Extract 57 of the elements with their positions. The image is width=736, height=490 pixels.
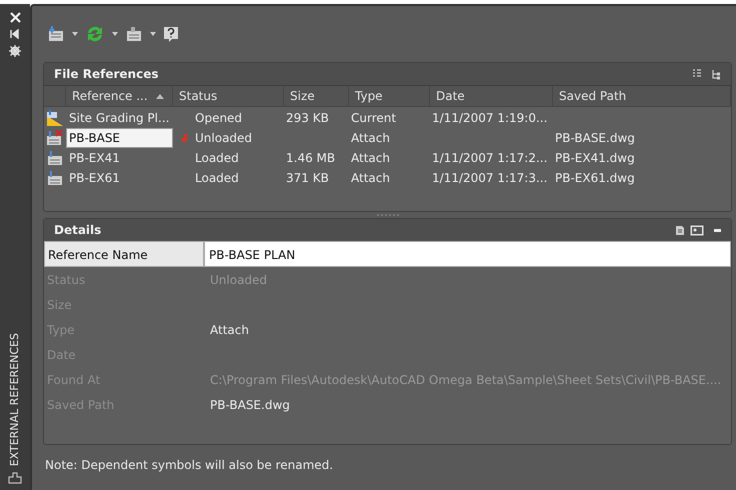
table-cell-text: Loaded: [195, 170, 239, 187]
table-cell: Attach: [351, 171, 390, 185]
property-label: Reference Name: [44, 241, 204, 267]
name-input-field[interactable]: PB-BASE: [66, 128, 173, 148]
dropdown-caret-icon[interactable]: [72, 32, 78, 36]
unloaded-xref-icon: [46, 130, 64, 146]
reference-name[interactable]: Site Grading Pl...: [66, 111, 170, 125]
drawing-icon: [46, 110, 64, 126]
table-cell: PB-BASE.dwg: [555, 131, 635, 145]
property-value: Attach: [209, 322, 250, 338]
settings-icon[interactable]: [9, 45, 21, 57]
table-cell: 1/11/2007 1:17:3...: [432, 171, 548, 185]
dropdown-caret-icon[interactable]: [150, 32, 156, 36]
column-header[interactable]: Status: [173, 86, 284, 106]
table-cell: Attach: [351, 151, 390, 165]
xref-icon[interactable]: [8, 472, 22, 484]
collapse-icon[interactable]: [714, 228, 721, 232]
reference-name[interactable]: PB-EX61: [66, 171, 120, 185]
palette-title: EXTERNAL REFERENCES: [6, 332, 22, 466]
dropdown-caret-icon[interactable]: [112, 32, 118, 36]
change-path-icon[interactable]: [125, 25, 143, 43]
reference-name[interactable]: PB-EX41: [66, 151, 120, 165]
column-header[interactable]: Type: [349, 86, 430, 106]
xref-drawing-icon: [47, 150, 63, 166]
column-header[interactable]: Reference ...: [66, 86, 173, 106]
note-text: Note: Dependent symbols will also be renamed.: [45, 457, 334, 474]
table-cell-text: Unloaded: [195, 130, 252, 147]
xref-drawing-icon: [47, 170, 63, 186]
table-cell: 293 KB: [286, 111, 329, 125]
table-cell: 1/11/2007 1:17:2...: [432, 151, 548, 165]
attach-drawing-icon[interactable]: [47, 25, 65, 43]
refresh-icon[interactable]: [85, 25, 105, 43]
table-cell: Current: [351, 111, 396, 125]
close-icon[interactable]: [10, 12, 20, 23]
property-value: Unloaded: [209, 272, 268, 288]
column-header[interactable]: Size: [284, 86, 349, 106]
help-icon[interactable]: [163, 26, 179, 42]
preview-icon[interactable]: [690, 224, 704, 236]
table-cell: PB-EX41.dwg: [555, 151, 635, 165]
property-value: PB-BASE.dwg: [209, 396, 291, 414]
table-cell: 371 KB: [286, 171, 329, 185]
table-cell: PB-EX61.dwg: [555, 171, 635, 185]
panel-title: File References: [54, 66, 158, 83]
property-value: C:\Program Files\Autodesk\AutoCAD Omega Beta\Sample\Sheet Sets\Civil\PB-BASE....: [209, 372, 722, 388]
document-icon[interactable]: [675, 224, 685, 236]
pin-icon[interactable]: [10, 29, 20, 39]
table-cell-text: Loaded: [195, 150, 239, 167]
tree-view-icon[interactable]: [711, 68, 721, 80]
column-header[interactable]: Date: [430, 86, 553, 106]
column-header[interactable]: Saved Path: [553, 86, 731, 106]
panel-title: Details: [54, 222, 102, 239]
table-cell-text: Opened: [195, 110, 242, 127]
list-view-icon[interactable]: [692, 69, 702, 79]
reference-name-field[interactable]: PB-BASE PLAN: [204, 241, 731, 267]
table-cell: 1/11/2007 1:19:0...: [432, 111, 548, 125]
table-cell: 1.46 MB: [286, 151, 336, 165]
table-cell: Attach: [351, 131, 390, 145]
